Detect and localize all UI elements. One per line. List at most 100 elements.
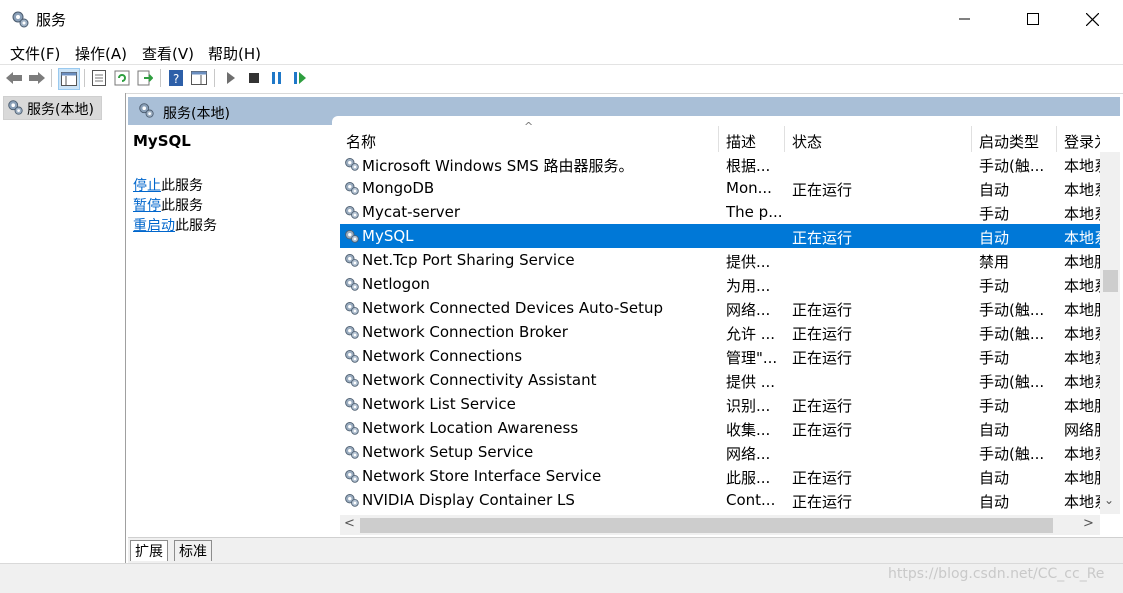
service-description: 网络... [726, 445, 771, 463]
export-list-icon[interactable] [135, 68, 155, 88]
menu-help[interactable]: 帮助(H) [208, 43, 261, 64]
toolbar-separator [214, 69, 215, 87]
column-header-description[interactable]: 描述 [726, 131, 756, 152]
service-startup-type: 自动 [979, 493, 1010, 511]
table-row[interactable]: Network Connectivity Assistant 提供 ... 手动(触… [340, 368, 1100, 392]
table-row[interactable]: NVIDIA Display Container LS Cont... 正在运行 自动… [340, 488, 1100, 512]
table-row[interactable]: Network Connections 管理"... 正在运行 手动 本地系统 [340, 344, 1100, 368]
service-logon: 本地系统 [1064, 349, 1100, 367]
service-gear-icon [343, 323, 361, 341]
service-gear-icon [343, 491, 361, 509]
service-gear-icon [343, 347, 361, 365]
tree-pane [0, 93, 126, 563]
service-gear-icon [343, 227, 361, 245]
table-row[interactable]: Network Location Awareness 收集... 正在运行 自动 网络服… [340, 416, 1100, 440]
pause-service-icon[interactable] [267, 68, 287, 88]
back-icon[interactable] [4, 68, 24, 88]
restart-link[interactable]: 重启动 [133, 218, 175, 234]
service-startup-type: 手动 [979, 397, 1010, 415]
service-name: Network List Service [362, 395, 516, 413]
table-row[interactable]: Network Connected Devices Auto-Setup 网络..… [340, 296, 1100, 320]
forward-icon[interactable] [27, 68, 47, 88]
maximize-button[interactable] [1004, 0, 1062, 38]
action-restart: 重启动此服务 [133, 215, 217, 235]
column-divider[interactable] [1056, 126, 1057, 152]
column-divider[interactable] [784, 126, 785, 152]
menu-view[interactable]: 查看(V) [142, 43, 194, 64]
service-status: 正在运行 [792, 349, 853, 367]
menu-action[interactable]: 操作(A) [75, 43, 127, 64]
scroll-down-icon[interactable]: ⌄ [1104, 493, 1114, 507]
menu-file[interactable]: 文件(F) [10, 43, 60, 64]
column-divider[interactable] [971, 126, 972, 152]
service-logon: 本地系统 [1064, 229, 1100, 247]
column-header-status[interactable]: 状态 [792, 131, 822, 152]
table-row[interactable]: Network List Service 识别... 正在运行 手动 本地服务 [340, 392, 1100, 416]
service-startup-type: 手动(触... [979, 373, 1045, 391]
service-gear-icon [343, 395, 361, 413]
show-hide-tree-icon[interactable] [58, 68, 80, 90]
horizontal-scroll-thumb[interactable] [360, 518, 1053, 533]
toolbar-separator [84, 69, 85, 87]
service-status: 正在运行 [792, 229, 853, 247]
show-hide-action-pane-icon[interactable] [189, 68, 209, 88]
table-row[interactable]: MongoDB Mon... 正在运行 自动 本地系统 [340, 176, 1100, 200]
service-status: 正在运行 [792, 397, 853, 415]
service-logon: 本地系统 [1064, 493, 1100, 511]
resume-service-icon[interactable] [290, 68, 310, 88]
service-name: MySQL [362, 227, 414, 245]
service-startup-type: 手动(触... [979, 301, 1045, 319]
service-startup-type: 手动 [979, 277, 1010, 295]
table-row[interactable]: Net.Tcp Port Sharing Service 提供... 禁用 本地服务 [340, 248, 1100, 272]
maximize-icon [1027, 13, 1039, 25]
table-row[interactable]: Microsoft Windows SMS 路由器服务。 根据... 手动(触...… [340, 152, 1100, 176]
table-row[interactable]: Network Connection Broker 允许 ... 正在运行 手动(触.… [340, 320, 1100, 344]
table-row[interactable]: MySQL 正在运行 自动 本地系统 [340, 224, 1100, 248]
stop-service-icon[interactable] [244, 68, 264, 88]
start-service-icon[interactable] [221, 68, 241, 88]
column-header-name[interactable]: 名称 [346, 131, 376, 152]
vertical-scrollbar[interactable] [1100, 152, 1120, 514]
table-row[interactable]: Mycat-server The p... 手动 本地系统 [340, 200, 1100, 224]
refresh-icon[interactable] [112, 68, 132, 88]
tab-extended[interactable]: 扩展 [130, 540, 168, 561]
service-logon: 本地系统 [1064, 205, 1100, 223]
table-row[interactable]: Network Setup Service 网络... 手动(触... 本地系统 [340, 440, 1100, 464]
gears-icon [6, 98, 24, 116]
stop-link[interactable]: 停止 [133, 178, 161, 194]
table-row[interactable]: Network Store Interface Service 此服... 正在运行… [340, 464, 1100, 488]
tab-standard[interactable]: 标准 [174, 540, 212, 561]
action-text: 此服务 [161, 198, 203, 214]
service-gear-icon [343, 371, 361, 389]
service-status: 正在运行 [792, 469, 853, 487]
service-status: 正在运行 [792, 421, 853, 439]
service-name: Network Connection Broker [362, 323, 568, 341]
service-name: Network Setup Service [362, 443, 534, 461]
service-logon: 本地系统 [1064, 445, 1100, 463]
column-header-logon[interactable]: 登录为 [1064, 131, 1100, 152]
service-description: 提供 ... [726, 373, 776, 391]
help-icon[interactable]: ? [166, 68, 186, 88]
service-name: NVIDIA Display Container LS [362, 491, 575, 509]
scroll-left-icon[interactable]: < [344, 516, 355, 531]
action-text: 此服务 [175, 218, 217, 234]
service-status: 正在运行 [792, 493, 853, 511]
minimize-button[interactable] [936, 0, 994, 38]
vertical-scroll-thumb[interactable] [1103, 270, 1118, 292]
table-row[interactable]: Netlogon 为用... 手动 本地系统 [340, 272, 1100, 296]
service-status: 正在运行 [792, 325, 853, 343]
column-header-startup-type[interactable]: 启动类型 [979, 131, 1039, 152]
window-title: 服务 [36, 11, 67, 29]
scroll-right-icon[interactable]: > [1083, 516, 1094, 531]
column-divider[interactable] [718, 126, 719, 152]
action-text: 此服务 [161, 178, 203, 194]
service-name: Microsoft Windows SMS 路由器服务。 [362, 157, 634, 175]
service-logon: 网络服务 [1064, 421, 1100, 439]
close-icon [1085, 12, 1099, 26]
service-startup-type: 手动(触... [979, 325, 1045, 343]
properties-icon[interactable] [89, 68, 109, 88]
close-button[interactable] [1063, 0, 1121, 38]
service-startup-type: 自动 [979, 229, 1010, 247]
pause-link[interactable]: 暂停 [133, 198, 161, 214]
sort-ascending-icon: ^ [524, 120, 534, 133]
